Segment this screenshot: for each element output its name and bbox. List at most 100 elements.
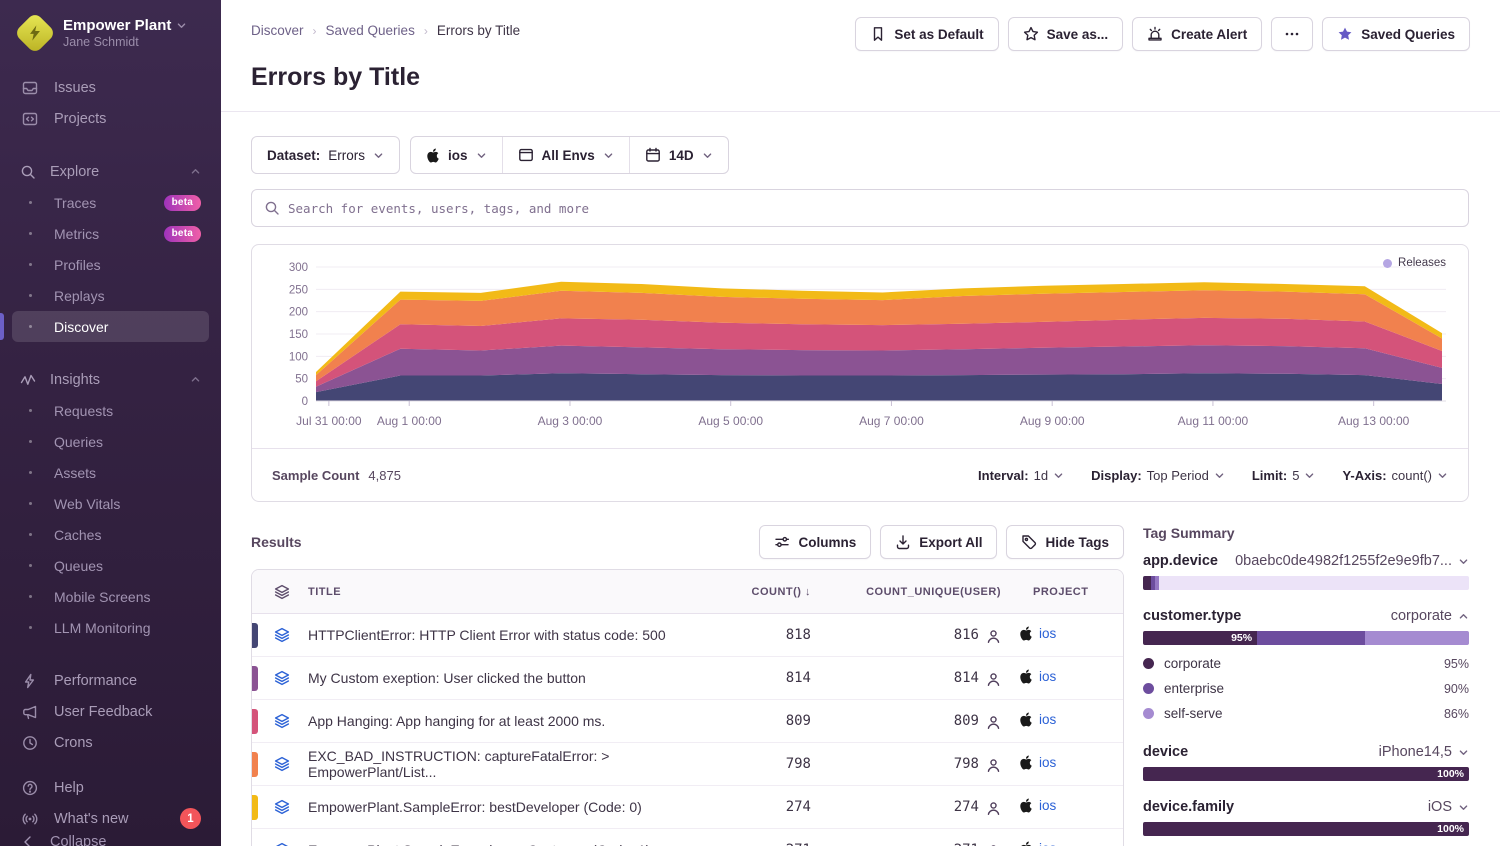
sidebar-item-replays[interactable]: Replays [12,280,209,311]
row-title-cell[interactable]: EmpowerPlant.SampleError: happyCustomer … [308,829,699,846]
project-link[interactable]: ios [1019,841,1056,846]
columns-button[interactable]: Columns [759,525,871,559]
project-link[interactable]: ios [1019,626,1056,641]
row-count-unique-cell[interactable]: 816 [829,614,1019,657]
row-count-cell[interactable]: 798 [699,743,829,786]
row-title-cell[interactable]: EmpowerPlant.SampleError: bestDeveloper … [308,786,699,829]
date-range-filter[interactable]: 14D [629,137,728,173]
row-count-cell[interactable]: 814 [699,657,829,700]
column-header-title[interactable]: TITLE [308,570,699,614]
sidebar-item-label: Crons [54,735,93,751]
count-unique-value: 274 [954,799,979,815]
tag-legend-row[interactable]: enterprise90% [1143,676,1469,701]
search-input[interactable] [288,201,1456,216]
sidebar-item-projects[interactable]: Projects [12,103,209,134]
chart-control-yaxis[interactable]: Y-Axis:count() [1342,468,1448,483]
row-count-unique-cell[interactable]: 271 [829,829,1019,846]
sidebar-item-requests[interactable]: Requests [12,395,209,426]
dataset-selector[interactable]: Dataset: Errors [251,136,400,174]
help-icon [20,780,40,796]
tag-top-value[interactable]: 0baebc0de4982f1255f2e9e9fb7... [1235,553,1469,569]
sidebar-item-traces[interactable]: Tracesbeta [12,187,209,218]
row-count-cell[interactable]: 809 [699,700,829,743]
chart-legend[interactable]: Releases [1383,257,1446,269]
sidebar-item-discover[interactable]: Discover [12,311,209,342]
environment-filter[interactable]: All Envs [502,137,629,173]
sidebar-item-what-s-new[interactable]: What's new1 [12,803,209,834]
sidebar-item-metrics[interactable]: Metricsbeta [12,218,209,249]
sidebar-section-header-explore[interactable]: Explore [12,156,209,187]
column-header-count[interactable]: COUNT() ↓ [699,570,829,614]
org-user: Jane Schmidt [63,35,187,49]
project-filter[interactable]: ios [411,137,502,173]
layers-icon[interactable] [274,842,290,846]
chart-control-display[interactable]: Display:Top Period [1091,468,1225,483]
project-link[interactable]: ios [1019,712,1056,727]
tag-distribution-bar[interactable]: 100% [1143,767,1469,781]
set-as-default-button[interactable]: Set as Default [855,17,998,51]
sidebar-item-queues[interactable]: Queues [12,550,209,581]
project-link[interactable]: ios [1019,798,1056,813]
search-icon [264,200,280,216]
sidebar-item-help[interactable]: Help [12,772,209,803]
row-title-cell[interactable]: App Hanging: App hanging for at least 20… [308,700,699,743]
row-title-cell[interactable]: My Custom exeption: User clicked the but… [308,657,699,700]
project-link[interactable]: ios [1019,755,1056,770]
create-alert-button[interactable]: Create Alert [1132,17,1262,51]
tag-legend-row[interactable]: self-serve86% [1143,701,1469,726]
row-count-cell[interactable]: 818 [699,614,829,657]
sidebar-item-performance[interactable]: Performance [12,665,209,696]
row-count-unique-cell[interactable]: 814 [829,657,1019,700]
org-switcher[interactable]: Empower Plant Jane Schmidt [12,14,209,54]
row-title-cell[interactable]: EXC_BAD_INSTRUCTION: captureFatalError: … [308,743,699,786]
chart-control-limit[interactable]: Limit:5 [1252,468,1316,483]
segment-percent-label: 100% [1437,768,1469,780]
tag-legend-row[interactable]: corporate95% [1143,651,1469,676]
sidebar-item-web-vitals[interactable]: Web Vitals [12,488,209,519]
row-count-unique-cell[interactable]: 798 [829,743,1019,786]
sidebar-collapse-button[interactable]: Collapse [12,834,209,846]
tag-distribution-bar[interactable]: 95% [1143,631,1469,645]
tag-distribution-bar[interactable] [1143,576,1469,590]
row-title-cell[interactable]: HTTPClientError: HTTP Client Error with … [308,614,699,657]
more-options-button[interactable] [1271,17,1313,51]
sidebar-item-llm-monitoring[interactable]: LLM Monitoring [12,612,209,643]
table-row: EmpowerPlant.SampleError: happyCustomer … [252,829,1123,846]
layers-icon[interactable] [274,799,290,815]
layers-icon[interactable] [274,713,290,729]
sidebar-item-issues[interactable]: Issues [12,72,209,103]
layers-icon[interactable] [274,756,290,772]
breadcrumb-saved-queries[interactable]: Saved Queries [326,23,415,38]
row-count-cell[interactable]: 271 [699,829,829,846]
chart-footer: Sample Count 4,875 Interval:1dDisplay:To… [252,448,1468,501]
project-link[interactable]: ios [1019,669,1056,684]
row-count-unique-cell[interactable]: 274 [829,786,1019,829]
sidebar-item-assets[interactable]: Assets [12,457,209,488]
sidebar-item-mobile-screens[interactable]: Mobile Screens [12,581,209,612]
sidebar-item-queries[interactable]: Queries [12,426,209,457]
tag-top-value[interactable]: iPhone14,5 [1379,744,1469,760]
sidebar-section-header-insights[interactable]: Insights [12,364,209,395]
breadcrumb-discover[interactable]: Discover [251,23,304,38]
row-count-cell[interactable]: 274 [699,786,829,829]
save-as-button[interactable]: Save as... [1008,17,1124,51]
sidebar-item-profiles[interactable]: Profiles [12,249,209,280]
layers-icon[interactable] [274,670,290,686]
export-all-button[interactable]: Export All [880,525,997,559]
performance-icon [20,673,40,689]
saved-queries-button[interactable]: Saved Queries [1322,17,1470,51]
tag-top-value[interactable]: corporate [1391,608,1469,624]
legend-dot [1143,683,1154,694]
layers-icon[interactable] [274,627,290,643]
sidebar-item-crons[interactable]: Crons [12,727,209,758]
sidebar-item-caches[interactable]: Caches [12,519,209,550]
sidebar-item-label: Queues [54,558,103,574]
tag-top-value[interactable]: iOS [1428,799,1469,815]
chart-control-interval[interactable]: Interval:1d [978,468,1064,483]
row-count-unique-cell[interactable]: 809 [829,700,1019,743]
hide-tags-button[interactable]: Hide Tags [1006,525,1124,559]
sidebar-item-user-feedback[interactable]: User Feedback [12,696,209,727]
column-header-project[interactable]: PROJECT [1019,570,1123,614]
tag-distribution-bar[interactable]: 100% [1143,822,1469,836]
column-header-count-unique[interactable]: COUNT_UNIQUE(USER) [829,570,1019,614]
